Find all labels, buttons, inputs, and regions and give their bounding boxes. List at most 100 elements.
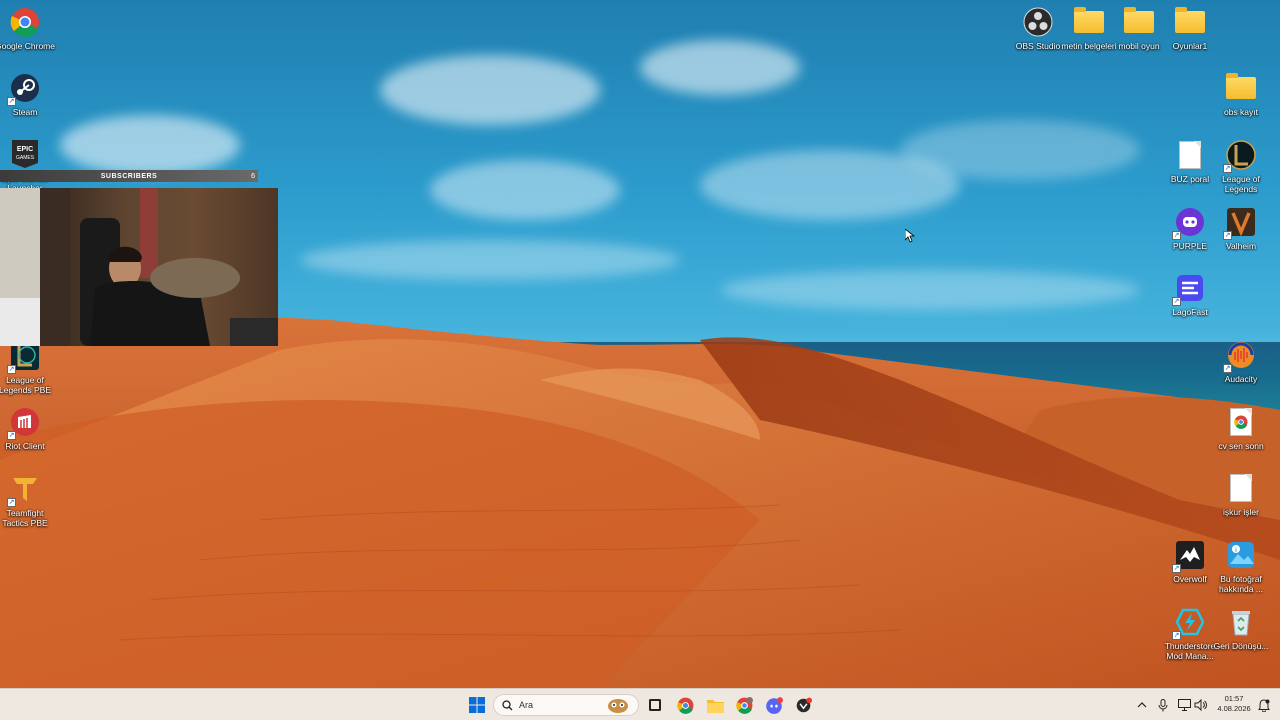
thunderstore-icon: ↗	[1172, 606, 1206, 640]
valheim-icon: ↗	[1223, 206, 1257, 240]
desktop-icon-label: Bu fotoğraf hakkında ...	[1219, 574, 1263, 594]
folder-icon	[1174, 6, 1206, 38]
shortcut-arrow-icon: ↗	[1223, 231, 1232, 240]
shortcut-arrow-icon: ↗	[7, 97, 16, 106]
shortcut-arrow-icon: ↗	[7, 365, 16, 374]
taskbar-clock[interactable]: 01:57 4.08.2026	[1213, 694, 1255, 714]
chrome-icon	[9, 6, 41, 38]
search-icon	[502, 699, 513, 710]
taskbar-discord-button[interactable]	[763, 694, 785, 716]
microphone-icon	[1158, 698, 1168, 711]
desktop-icon-label: Steam	[12, 107, 38, 117]
desktop-icon-obs-kayit[interactable]: obs kayıt	[1211, 72, 1271, 117]
shortcut-arrow-icon: ↗	[1223, 164, 1232, 173]
desktop-icon-label: Valheim	[1225, 241, 1257, 251]
shortcut-arrow-icon: ↗	[1172, 631, 1181, 640]
volume-icon	[1194, 699, 1207, 711]
clock-time: 01:57	[1224, 694, 1244, 703]
chevron-up-icon	[1137, 702, 1147, 708]
shortcut-arrow-icon: ↗	[1172, 231, 1181, 240]
notification-bell-icon	[1258, 698, 1270, 712]
desktop-icon-riot-client[interactable]: ↗ Riot Client	[0, 406, 55, 451]
desktop-icon-epic-games[interactable]: EPICGAMES Epic Games Launcher	[0, 138, 55, 193]
volume-button[interactable]	[1189, 694, 1211, 716]
shortcut-arrow-icon: ↗	[1223, 364, 1232, 373]
taskbar-chrome-profile-button[interactable]	[733, 694, 755, 716]
desktop-icon-label: Riot Client	[5, 441, 45, 451]
app-icon	[796, 697, 812, 712]
shortcut-arrow-icon: ↗	[7, 431, 16, 440]
notifications-button[interactable]	[1253, 694, 1275, 716]
document-icon	[1174, 139, 1206, 171]
desktop-icon-tft-pbe[interactable]: ↗ Teamfight Tactics PBE	[0, 473, 55, 528]
obs-icon	[1022, 6, 1054, 38]
shortcut-arrow-icon: ↗	[1172, 564, 1181, 573]
webcam-overlay	[0, 188, 278, 346]
svg-text:GAMES: GAMES	[16, 155, 35, 161]
taskbar-app-button[interactable]	[792, 694, 814, 716]
desktop-icon-iskur-isler[interactable]: işkur işler	[1211, 472, 1271, 517]
start-button[interactable]	[466, 694, 488, 716]
subscribers-title: SUBSCRIBERS	[100, 172, 158, 180]
desktop-icon-label: Teamfight Tactics PBE	[2, 508, 48, 528]
desktop-icon-photo-info[interactable]: i Bu fotoğraf hakkında ...	[1211, 539, 1271, 594]
show-hidden-icons-button[interactable]	[1131, 694, 1153, 716]
task-view-icon	[649, 699, 661, 711]
desktop-icon-label: Audacity	[1224, 374, 1258, 384]
lagofast-icon: ↗	[1172, 272, 1206, 306]
desktop-icon-label: Oyunlar1	[1172, 41, 1208, 51]
discord-icon	[766, 696, 783, 714]
folder-icon	[1225, 72, 1257, 104]
desktop-icon-label: işkur işler	[1223, 507, 1259, 517]
desktop-icon-valheim[interactable]: ↗ Valheim	[1211, 206, 1271, 251]
photo-info-icon: i	[1225, 539, 1257, 571]
search-highlight-icon	[608, 699, 628, 713]
document-icon	[1225, 472, 1257, 504]
shortcut-arrow-icon: ↗	[1172, 297, 1181, 306]
desktop-icon-league-pbe[interactable]: ↗ League of Legends PBE	[0, 340, 55, 395]
shortcut-arrow-icon: ↗	[7, 498, 16, 507]
overwolf-icon: ↗	[1172, 539, 1206, 573]
tft-pbe-icon: ↗	[7, 473, 41, 507]
desktop-icon-cv-sen-sonn[interactable]: cv sen sonn	[1211, 406, 1271, 451]
taskbar-file-explorer-button[interactable]	[704, 694, 726, 716]
desktop-icon-label: obs kayıt	[1223, 107, 1259, 117]
steam-icon: ↗	[7, 72, 41, 106]
purple-icon: ↗	[1172, 206, 1206, 240]
windows-start-icon	[469, 697, 485, 713]
desktop-icon-label: Google Chrome	[0, 41, 55, 51]
folder-icon	[1073, 6, 1105, 38]
search-placeholder: Ara	[519, 700, 534, 710]
desktop-icon-label: League of Legends PBE	[0, 375, 51, 395]
taskbar-search-box[interactable]: Ara	[493, 694, 639, 716]
folder-icon	[1123, 6, 1155, 38]
taskbar-chrome-button[interactable]	[674, 694, 696, 716]
desktop-icon-oyunlar1[interactable]: Oyunlar1	[1160, 6, 1220, 51]
desktop-icon-label: Geri Dönüşü...	[1213, 641, 1269, 651]
riot-client-icon: ↗	[7, 406, 41, 440]
svg-text:EPIC: EPIC	[17, 146, 33, 153]
file-explorer-icon	[706, 699, 724, 713]
desktop-icon-label: League of Legends	[1222, 174, 1260, 194]
desktop-icon-label: cv sen sonn	[1218, 441, 1264, 451]
subscribers-count: 6	[251, 172, 255, 180]
desktop-icon-label: LagoFast	[1172, 307, 1208, 317]
league-icon: ↗	[1223, 139, 1257, 173]
epic-games-icon: EPIC GAMES	[9, 138, 41, 170]
desktop-icon-recycle-bin[interactable]: Geri Dönüşü...	[1211, 606, 1271, 651]
clock-date: 4.08.2026	[1217, 704, 1251, 713]
microphone-button[interactable]	[1152, 694, 1174, 716]
desktop-icon-audacity[interactable]: ↗ Audacity	[1211, 339, 1271, 384]
webcam-feed	[0, 188, 278, 346]
desktop-icon-lagofast[interactable]: ↗ LagoFast	[1160, 272, 1220, 317]
desktop-icon-league-of-legends[interactable]: ↗ League of Legends	[1211, 139, 1271, 194]
task-view-button[interactable]	[644, 694, 666, 716]
chrome-doc-icon	[1225, 406, 1257, 438]
chrome-icon	[676, 697, 693, 714]
chrome-profile-icon	[735, 696, 753, 714]
desktop-icon-steam[interactable]: ↗ Steam	[0, 72, 55, 117]
desktop-icon-chrome[interactable]: Google Chrome	[0, 6, 55, 51]
recycle-bin-icon	[1225, 606, 1257, 638]
taskbar: Ara 01:57 4.08.2026	[0, 688, 1280, 720]
audacity-icon: ↗	[1223, 339, 1257, 373]
